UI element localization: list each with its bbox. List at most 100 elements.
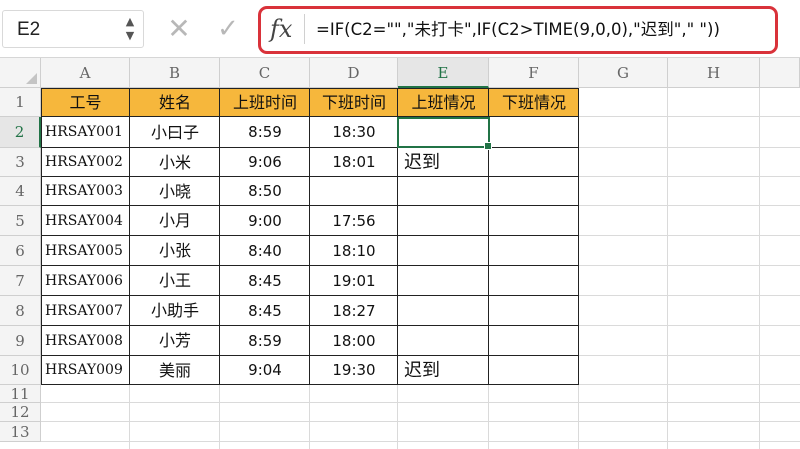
cell-d7[interactable]: 19:01 [310, 266, 398, 296]
formula-input[interactable]: =IF(C2="","未打卡",IF(C2>TIME(9,0,0),"迟到","… [316, 14, 776, 46]
column-header-b[interactable]: B [130, 58, 220, 88]
gridline-horizontal [41, 421, 800, 422]
row-header-5[interactable]: 5 [0, 206, 41, 236]
cell-c5[interactable]: 9:00 [220, 206, 310, 236]
column-header-a[interactable]: A [41, 58, 130, 88]
cell-f2[interactable] [489, 117, 579, 148]
cell-e10[interactable]: 迟到 [398, 356, 489, 385]
cell-f4[interactable] [489, 177, 579, 206]
check-icon[interactable]: ✓ [214, 13, 242, 45]
gridline-horizontal [41, 402, 800, 403]
column-header-g[interactable]: G [579, 58, 668, 88]
row-header-10[interactable]: 10 [0, 356, 41, 385]
cell-d8[interactable]: 18:27 [310, 296, 398, 326]
cell-b5[interactable]: 小月 [130, 206, 220, 236]
cell-f10[interactable] [489, 356, 579, 385]
cell-c9[interactable]: 8:59 [220, 326, 310, 356]
gridline-vertical [759, 88, 760, 449]
cell-b7[interactable]: 小王 [130, 266, 220, 296]
cell-d2[interactable]: 18:30 [310, 117, 398, 148]
cell-c7[interactable]: 8:45 [220, 266, 310, 296]
cell-d1[interactable]: 下班时间 [310, 88, 398, 117]
cell-b10[interactable]: 美丽 [130, 356, 220, 385]
gridline-horizontal [41, 441, 800, 442]
spreadsheet-grid[interactable]: A B C D E F G H 1 2 3 4 5 6 7 8 9 10 11 12 13 工号 姓名 上班时间 下班时间 上班情… [0, 58, 800, 449]
row-header-6[interactable]: 6 [0, 236, 41, 266]
row-header-3[interactable]: 3 [0, 148, 41, 177]
cell-e3[interactable]: 迟到 [398, 148, 489, 177]
chevron-down-icon[interactable]: ▼ [123, 29, 137, 43]
row-header-1[interactable]: 1 [0, 88, 41, 117]
gridline-vertical [667, 88, 668, 449]
cell-c3[interactable]: 9:06 [220, 148, 310, 177]
cell-c6[interactable]: 8:40 [220, 236, 310, 266]
fill-handle[interactable] [484, 142, 492, 150]
cell-c10[interactable]: 9:04 [220, 356, 310, 385]
cell-d4[interactable] [310, 177, 398, 206]
row-header-8[interactable]: 8 [0, 296, 41, 326]
cell-e8[interactable] [398, 296, 489, 326]
cell-b1[interactable]: 姓名 [130, 88, 220, 117]
cell-a7[interactable]: HRSAY006 [41, 266, 130, 296]
cell-e4[interactable] [398, 177, 489, 206]
cell-a9[interactable]: HRSAY008 [41, 326, 130, 356]
column-header-c[interactable]: C [220, 58, 310, 88]
row-header-13[interactable]: 13 [0, 422, 41, 442]
cell-b4[interactable]: 小晓 [130, 177, 220, 206]
cell-f3[interactable] [489, 148, 579, 177]
cell-a1[interactable]: 工号 [41, 88, 130, 117]
cell-a3[interactable]: HRSAY002 [41, 148, 130, 177]
row-header-7[interactable]: 7 [0, 266, 41, 296]
select-all-triangle-icon [26, 73, 37, 84]
name-box-stepper[interactable]: ▲ ▼ [123, 15, 137, 43]
cell-b6[interactable]: 小张 [130, 236, 220, 266]
close-icon[interactable]: ✕ [166, 13, 192, 45]
cell-d10[interactable]: 19:30 [310, 356, 398, 385]
fx-divider [304, 14, 305, 44]
name-box[interactable]: E2 ▲ ▼ [2, 10, 144, 48]
cell-b3[interactable]: 小米 [130, 148, 220, 177]
cell-e7[interactable] [398, 266, 489, 296]
column-header-h[interactable]: H [668, 58, 760, 88]
row-header-2[interactable]: 2 [0, 117, 41, 148]
cell-a2[interactable]: HRSAY001 [41, 117, 130, 148]
cell-a8[interactable]: HRSAY007 [41, 296, 130, 326]
column-header-e[interactable]: E [398, 58, 489, 88]
cell-d9[interactable]: 18:00 [310, 326, 398, 356]
row-header-4[interactable]: 4 [0, 177, 41, 206]
cell-f8[interactable] [489, 296, 579, 326]
cell-c4[interactable]: 8:50 [220, 177, 310, 206]
row-header-9[interactable]: 9 [0, 326, 41, 356]
cell-a5[interactable]: HRSAY004 [41, 206, 130, 236]
cell-c2[interactable]: 8:59 [220, 117, 310, 148]
cell-b2[interactable]: 小曰子 [130, 117, 220, 148]
column-header-filler [760, 58, 800, 88]
cell-f7[interactable] [489, 266, 579, 296]
cell-b8[interactable]: 小助手 [130, 296, 220, 326]
row-header-12[interactable]: 12 [0, 403, 41, 422]
cell-e1[interactable]: 上班情况 [398, 88, 489, 117]
chevron-up-icon[interactable]: ▲ [123, 15, 137, 29]
cell-e9[interactable] [398, 326, 489, 356]
select-all-corner[interactable] [0, 58, 41, 88]
cell-f1[interactable]: 下班情况 [489, 88, 579, 117]
cell-d6[interactable]: 18:10 [310, 236, 398, 266]
cell-c1[interactable]: 上班时间 [220, 88, 310, 117]
cell-f5[interactable] [489, 206, 579, 236]
cell-b9[interactable]: 小芳 [130, 326, 220, 356]
cell-c8[interactable]: 8:45 [220, 296, 310, 326]
cell-a10[interactable]: HRSAY009 [41, 356, 130, 385]
column-header-f[interactable]: F [489, 58, 579, 88]
cell-a4[interactable]: HRSAY003 [41, 177, 130, 206]
row-header-11[interactable]: 11 [0, 385, 41, 403]
cell-e6[interactable] [398, 236, 489, 266]
cell-e2[interactable] [398, 117, 489, 148]
cell-d3[interactable]: 18:01 [310, 148, 398, 177]
cell-f6[interactable] [489, 236, 579, 266]
column-header-d[interactable]: D [310, 58, 398, 88]
name-box-value: E2 [17, 19, 41, 40]
cell-a6[interactable]: HRSAY005 [41, 236, 130, 266]
cell-f9[interactable] [489, 326, 579, 356]
cell-d5[interactable]: 17:56 [310, 206, 398, 236]
cell-e5[interactable] [398, 206, 489, 236]
